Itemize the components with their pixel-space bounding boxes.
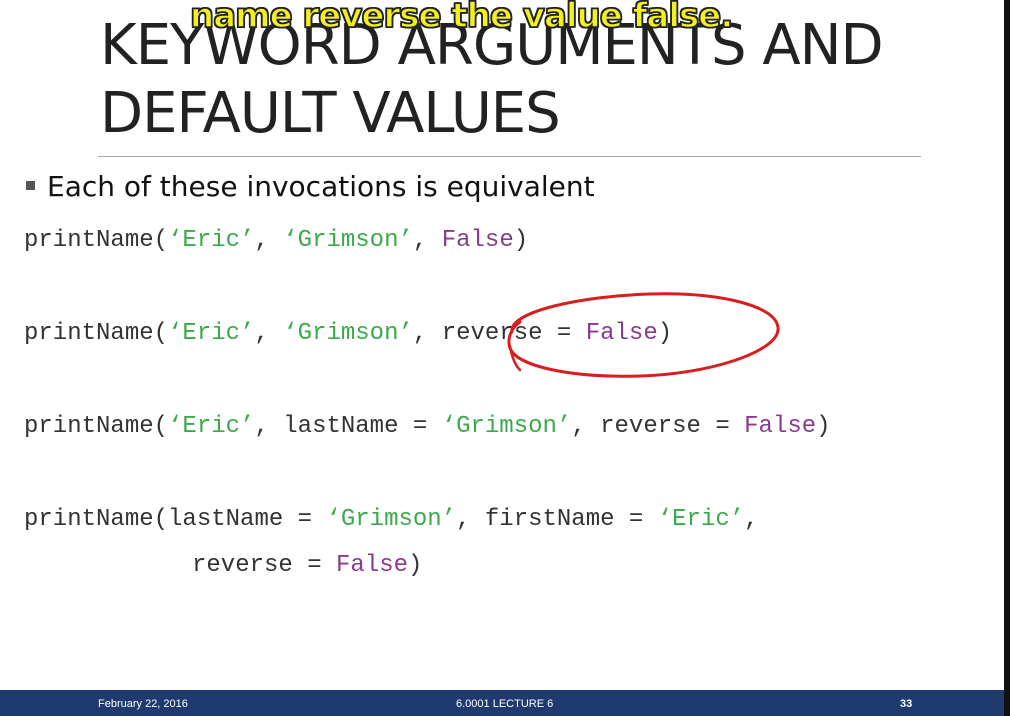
code-text: , [254,227,284,254]
code-text: , firstName = [456,506,658,533]
bullet-point: Each of these invocations is equivalent [26,170,595,204]
code-text: printName( [24,413,169,440]
footer-date: February 22, 2016 [98,698,188,710]
code-line-5: reverse = False) [192,554,422,578]
code-line-3: printName(‘Eric’, lastName = ‘Grimson’, … [24,415,831,439]
code-text: reverse = [192,552,337,579]
footer-course: 6.0001 LECTURE 6 [456,698,554,710]
slide: KEYWORD ARGUMENTS AND DEFAULT VALUES nam… [0,0,1010,716]
code-string: ‘Eric’ [657,506,745,533]
code-keyword: False [441,227,514,254]
code-keyword: False [336,552,409,579]
code-text: , reverse = [571,413,745,440]
code-string: ‘Grimson’ [326,506,457,533]
bullet-marker-icon [26,180,35,190]
code-string: ‘Eric’ [168,413,255,440]
code-keyword: False [744,413,817,440]
code-line-1: printName(‘Eric’, ‘Grimson’, False) [24,229,528,253]
code-text: ) [816,413,831,440]
video-caption: name reverse the value false. [189,0,734,36]
code-string: ‘Grimson’ [283,227,413,254]
window-edge [1004,0,1010,716]
code-text: , [744,506,759,533]
code-string: ‘Eric’ [168,227,255,254]
code-text: printName( [24,227,169,254]
code-text: ) [408,552,423,579]
code-text: printName(lastName = [24,506,327,533]
slide-title-line-2: DEFAULT VALUES [100,81,561,146]
title-divider [98,156,921,157]
bullet-text: Each of these invocations is equivalent [47,170,595,203]
code-string: ‘Grimson’ [283,320,413,347]
code-text: printName( [24,320,169,347]
code-text: , [412,227,442,254]
footer-page-number: 33 [900,698,913,710]
code-text: , [254,320,284,347]
code-string: ‘Eric’ [168,320,255,347]
red-circle-annotation-icon [507,292,780,378]
code-text: ) [513,227,529,254]
footer-bar: February 22, 2016 6.0001 LECTURE 6 33 [0,690,1004,716]
code-string: ‘Grimson’ [441,413,572,440]
code-text: , lastName = [254,413,442,440]
code-line-4: printName(lastName = ‘Grimson’, firstNam… [24,508,759,532]
